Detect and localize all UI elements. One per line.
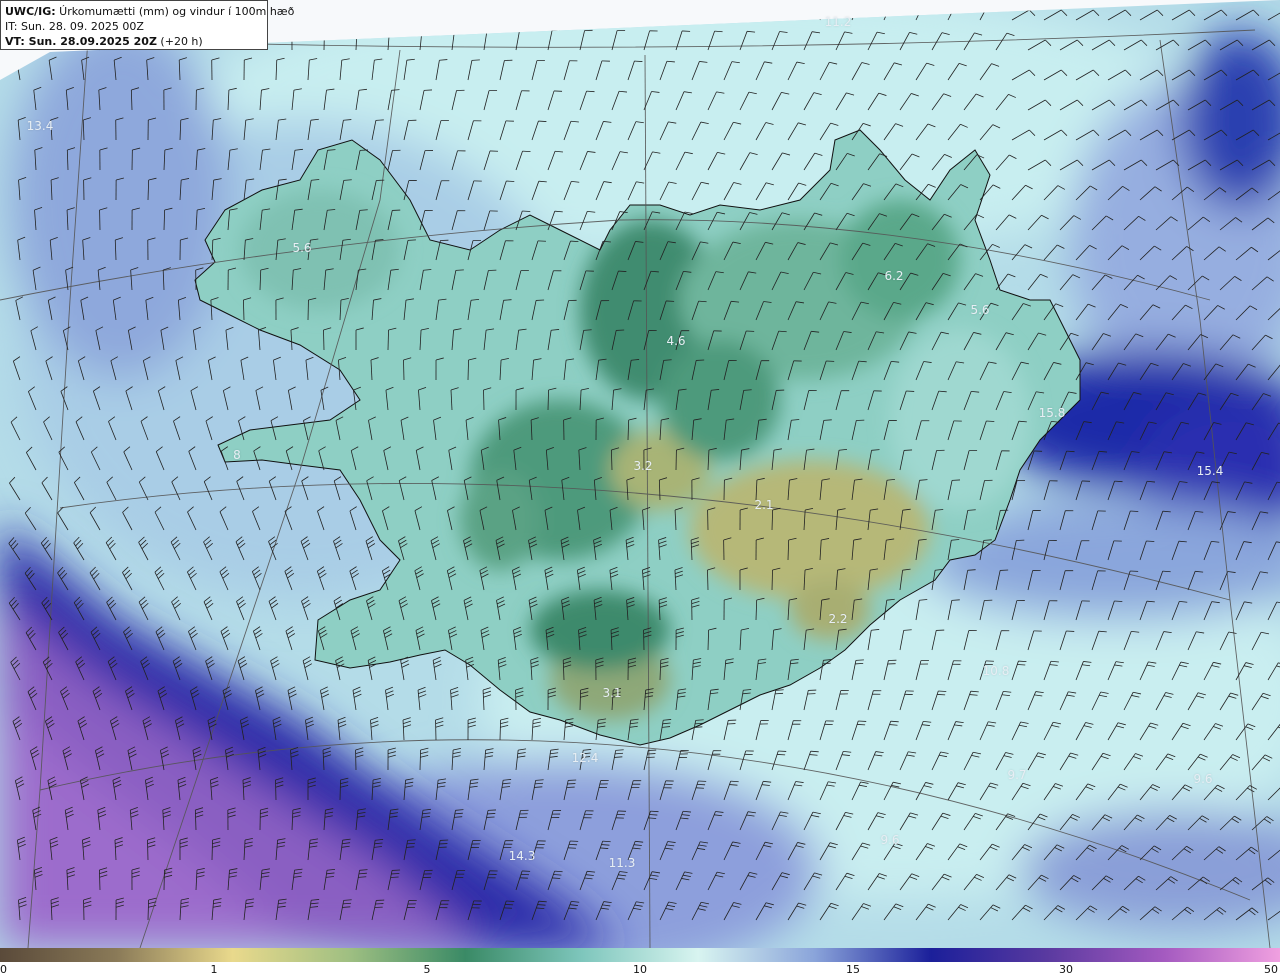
colorbar-tick-label: 10 bbox=[633, 963, 647, 976]
initial-time: IT: Sun. 28. 09. 2025 00Z bbox=[5, 20, 144, 33]
colorbar-tick-label: 0 bbox=[0, 963, 7, 976]
map-value-label: 13.4 bbox=[26, 119, 54, 133]
colorbar-tick-label: 50 bbox=[1264, 963, 1278, 976]
valid-time: VT: Sun. 28.09.2025 20Z bbox=[5, 35, 157, 48]
map-value-label: 2.2 bbox=[828, 612, 848, 626]
colorbar-tick-label: 1 bbox=[210, 963, 218, 976]
map-value-label: 2.1 bbox=[754, 498, 774, 512]
map-value-label: 5.6 bbox=[292, 241, 312, 255]
colorbar-tick-label: 15 bbox=[846, 963, 860, 976]
header-title: Úrkomumætti (mm) og vindur í 100m hæð bbox=[55, 5, 295, 18]
colorbar-tick-label: 5 bbox=[423, 963, 431, 976]
map-value-label: 12.4 bbox=[571, 751, 599, 765]
map-value-label: 6.2 bbox=[884, 269, 904, 283]
colorbar-strip bbox=[0, 948, 1280, 962]
map-value-label: 9.6 bbox=[1193, 772, 1213, 786]
map-value-label: 11.3 bbox=[608, 856, 636, 870]
colorbar-tick-label: 30 bbox=[1059, 963, 1073, 976]
map-value-label: 5.6 bbox=[970, 303, 990, 317]
map-value-label: 14.3 bbox=[508, 849, 536, 863]
header-line-3: VT: Sun. 28.09.2025 20Z (+20 h) bbox=[5, 34, 263, 49]
map-value-label: 15.4 bbox=[1196, 464, 1224, 478]
forecast-offset: (+20 h) bbox=[156, 35, 203, 48]
header-line-1: UWC/IG: Úrkomumætti (mm) og vindur í 100… bbox=[5, 4, 294, 19]
map-value-label: 3.2 bbox=[633, 459, 653, 473]
map-value-label: 9.6 bbox=[880, 833, 900, 847]
colorbar: 0 1 5 10 15 30 50 bbox=[0, 948, 1280, 978]
header-line-2: IT: Sun. 28. 09. 2025 00Z bbox=[5, 19, 263, 34]
map-value-label: 11.2 bbox=[824, 15, 852, 29]
map-value-label: 10.8 bbox=[982, 664, 1010, 678]
map-value-label: 8 bbox=[233, 448, 241, 462]
precipitation-map[interactable]: UWC/IG: Úrkomumætti (mm) og vindur í 100… bbox=[0, 0, 1280, 948]
map-value-label: 15.8 bbox=[1038, 406, 1066, 420]
map-canvas bbox=[0, 0, 1280, 948]
map-header: UWC/IG: Úrkomumætti (mm) og vindur í 100… bbox=[0, 0, 294, 50]
map-value-label: 9.7 bbox=[1007, 768, 1027, 782]
model-label: UWC/IG: bbox=[5, 5, 56, 18]
map-value-label: 3.1 bbox=[602, 686, 622, 700]
map-value-label: 4.6 bbox=[666, 334, 686, 348]
